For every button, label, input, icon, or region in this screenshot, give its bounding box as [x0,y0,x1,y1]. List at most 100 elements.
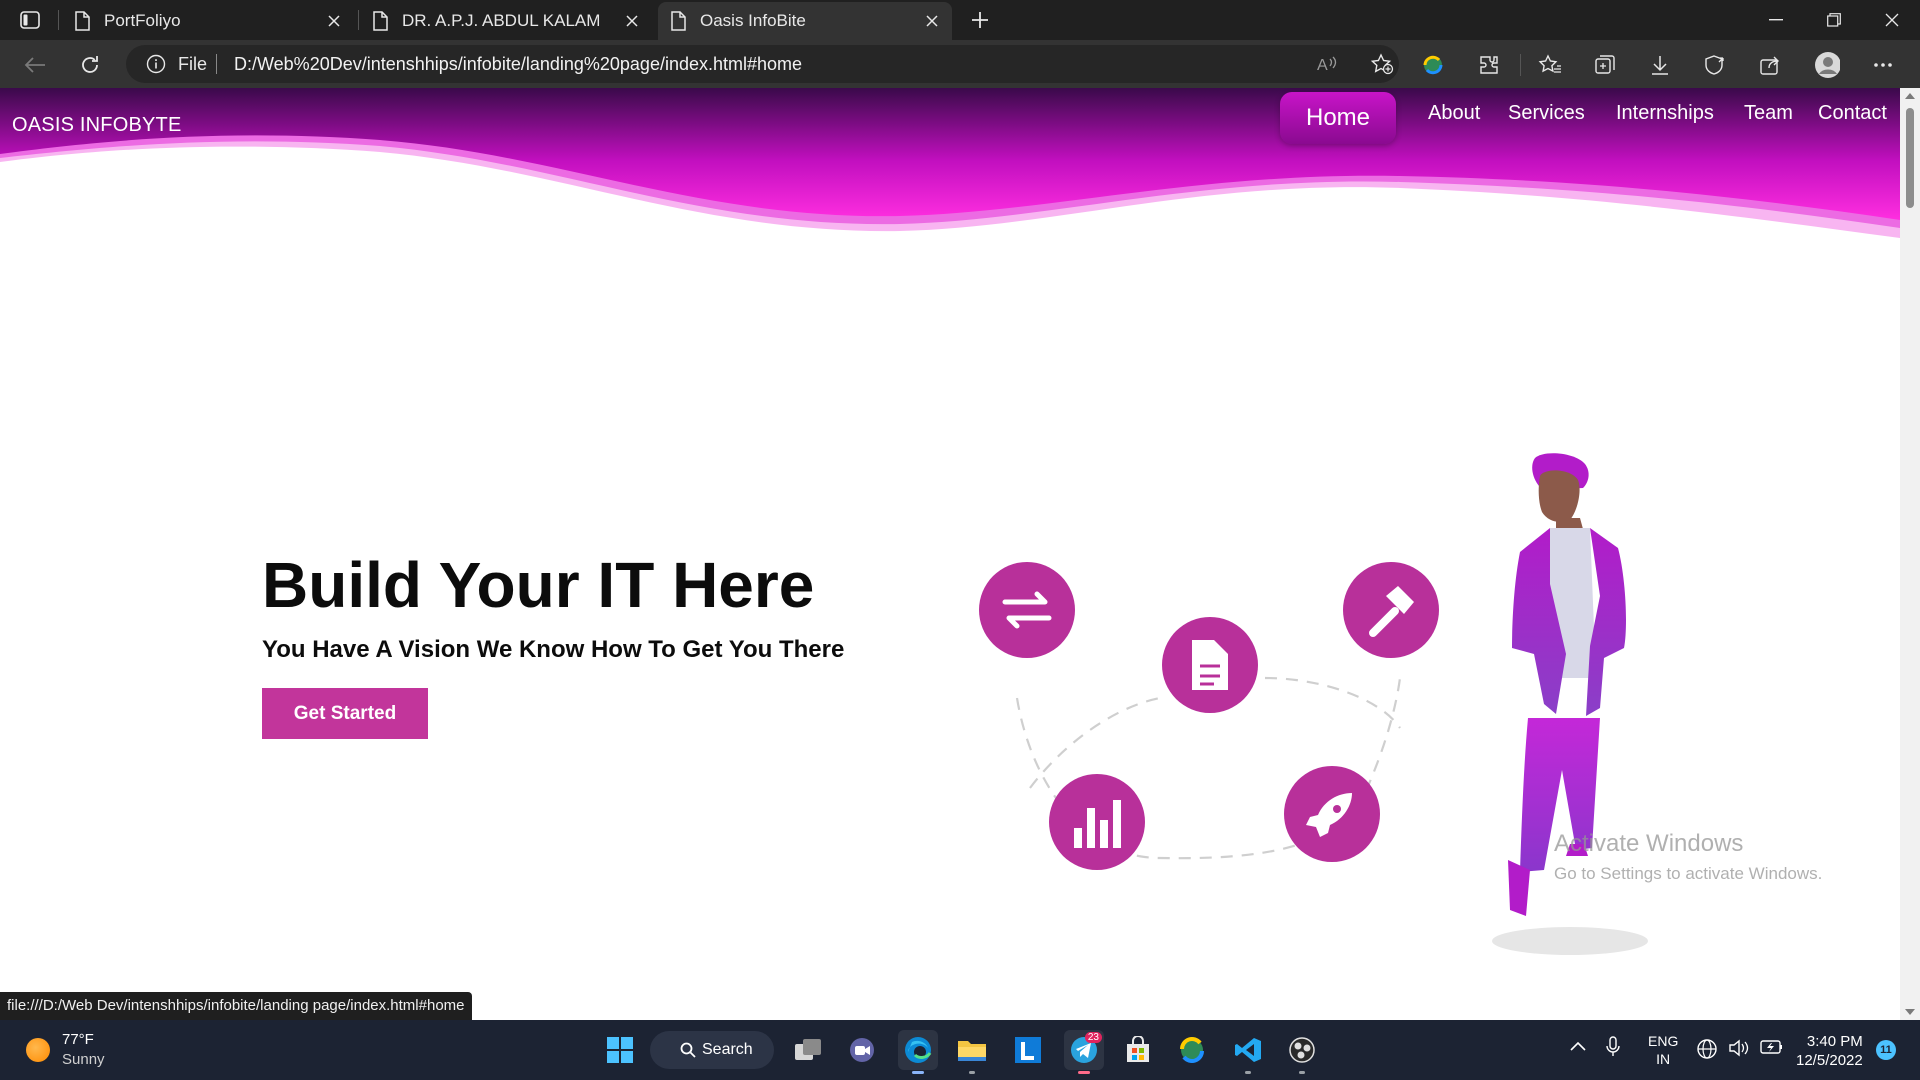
hammer-icon [1343,562,1439,658]
search-icon [680,1042,696,1058]
clock-time: 3:40 PM [1806,1033,1863,1050]
colorful-app-icon[interactable] [1172,1030,1212,1070]
hero-title: Build Your IT Here [262,549,815,621]
weather-widget[interactable]: 77°F Sunny [26,1030,105,1070]
telegram-badge: 23 [1084,1032,1102,1043]
l-app-icon[interactable] [1008,1030,1048,1070]
site-brand[interactable]: OASIS INFOBYTE [12,114,182,137]
page-icon [670,11,688,31]
tab-title: PortFoliyo [104,11,181,30]
refresh-button[interactable] [75,50,105,80]
clock-date: 12/5/2022 [1796,1052,1863,1069]
downloads-icon[interactable] [1647,52,1673,78]
toolbar-divider [1520,54,1521,76]
activate-windows-title: Activate Windows [1554,830,1744,857]
nav-about[interactable]: About [1428,102,1480,125]
back-button[interactable] [20,50,50,80]
microsoft-store-icon[interactable] [1118,1030,1158,1070]
close-tab-icon[interactable] [622,11,642,31]
telegram-icon[interactable]: 23 [1064,1030,1104,1074]
language-code: ENG [1648,1033,1679,1049]
dashed-connector [1029,676,1401,789]
weather-temp: 77°F [62,1031,94,1048]
tab-oasis-infobite[interactable]: Oasis InfoBite [658,2,952,40]
system-clock[interactable]: 3:40 PM 12/5/2022 [1796,1032,1863,1070]
start-button[interactable] [600,1030,640,1070]
nav-internships[interactable]: Internships [1616,102,1714,125]
browser-extension-colorful-icon[interactable] [1420,52,1446,78]
show-hidden-icons-chevron-up-icon[interactable] [1570,1038,1586,1055]
microphone-icon[interactable] [1606,1036,1620,1062]
task-view-icon[interactable] [788,1030,828,1070]
page-scrollbar[interactable] [1900,88,1920,1020]
browser-tab-bar: PortFoliyo DR. A.P.J. ABDUL KALAM Oasis … [0,0,1920,40]
tab-abdul-kalam[interactable]: DR. A.P.J. ABDUL KALAM [360,2,652,40]
battery-icon[interactable] [1760,1039,1784,1059]
tab-title: DR. A.P.J. ABDUL KALAM [402,11,601,30]
edge-browser-icon[interactable] [898,1030,938,1074]
tab-portfoliyo[interactable]: PortFoliyo [62,2,354,40]
read-aloud-icon[interactable]: A [1316,53,1338,75]
url-text[interactable]: D:/Web%20Dev/intenshhips/infobite/landin… [234,54,802,75]
teams-chat-icon[interactable] [842,1030,882,1070]
address-bar[interactable]: File D:/Web%20Dev/intenshhips/infobite/l… [126,45,1399,83]
file-explorer-icon[interactable] [952,1030,992,1074]
document-icon [1162,617,1258,713]
running-indicator [912,1071,924,1074]
minimize-button[interactable] [1748,0,1804,40]
share-icon[interactable] [1757,52,1783,78]
nav-contact[interactable]: Contact [1818,102,1887,125]
taskbar-search[interactable]: Search [650,1031,774,1069]
windows-taskbar: 77°F Sunny Search 23 ENG IN 3:40 PM 12/5… [0,1020,1920,1080]
tab-separator [358,10,359,30]
sunny-weather-icon [26,1038,50,1062]
language-region: IN [1656,1051,1671,1067]
volume-icon[interactable] [1728,1038,1750,1062]
info-icon[interactable] [146,54,166,74]
hero-subtitle: You Have A Vision We Know How To Get You… [262,636,845,663]
extensions-icon[interactable] [1476,52,1502,78]
vscode-icon[interactable] [1228,1030,1268,1074]
get-started-button[interactable]: Get Started [262,688,428,739]
nav-team[interactable]: Team [1744,102,1793,125]
browser-toolbar: File D:/Web%20Dev/intenshhips/infobite/l… [0,40,1920,88]
search-label: Search [702,1041,753,1058]
nav-home[interactable]: Home [1280,92,1396,144]
link-status-url: file:///D:/Web Dev/intenshhips/infobite/… [0,992,472,1020]
add-favorite-icon[interactable] [1370,53,1394,75]
language-indicator[interactable]: ENG IN [1648,1032,1678,1068]
tab-title: Oasis InfoBite [700,11,806,30]
more-options-icon[interactable] [1870,52,1896,78]
activate-windows-subtitle: Go to Settings to activate Windows. [1554,864,1823,883]
running-indicator [1078,1071,1090,1074]
favorites-icon[interactable] [1537,52,1563,78]
rocket-icon [1284,766,1380,862]
restore-button[interactable] [1806,0,1862,40]
address-divider [216,54,217,74]
dashed-connector [1015,677,1402,860]
running-indicator [969,1071,975,1074]
nav-services[interactable]: Services [1508,102,1585,125]
close-tab-icon[interactable] [324,11,344,31]
network-globe-icon[interactable] [1696,1038,1718,1064]
page-icon [372,11,390,31]
scheme-label: File [178,54,208,74]
page-viewport: OASIS INFOBYTE Home About Services Inter… [0,88,1900,1020]
notification-badge[interactable]: 11 [1876,1040,1896,1060]
page-icon [74,11,92,31]
svg-text:A: A [1317,57,1328,74]
running-indicator [1299,1071,1305,1074]
close-tab-icon[interactable] [922,11,942,31]
tab-actions-icon[interactable] [14,8,46,32]
scrollbar-thumb[interactable] [1906,108,1914,208]
collections-icon[interactable] [1592,52,1618,78]
site-nav: Home About Services Internships Team Con… [1280,92,1900,144]
new-tab-button[interactable] [966,6,994,34]
repeat-icon [979,562,1075,658]
browser-essentials-icon[interactable] [1702,52,1728,78]
obs-icon[interactable] [1282,1030,1322,1074]
weather-condition: Sunny [62,1051,105,1068]
bar-chart-icon [1049,774,1145,870]
profile-avatar[interactable] [1814,52,1840,78]
close-window-button[interactable] [1864,0,1920,40]
